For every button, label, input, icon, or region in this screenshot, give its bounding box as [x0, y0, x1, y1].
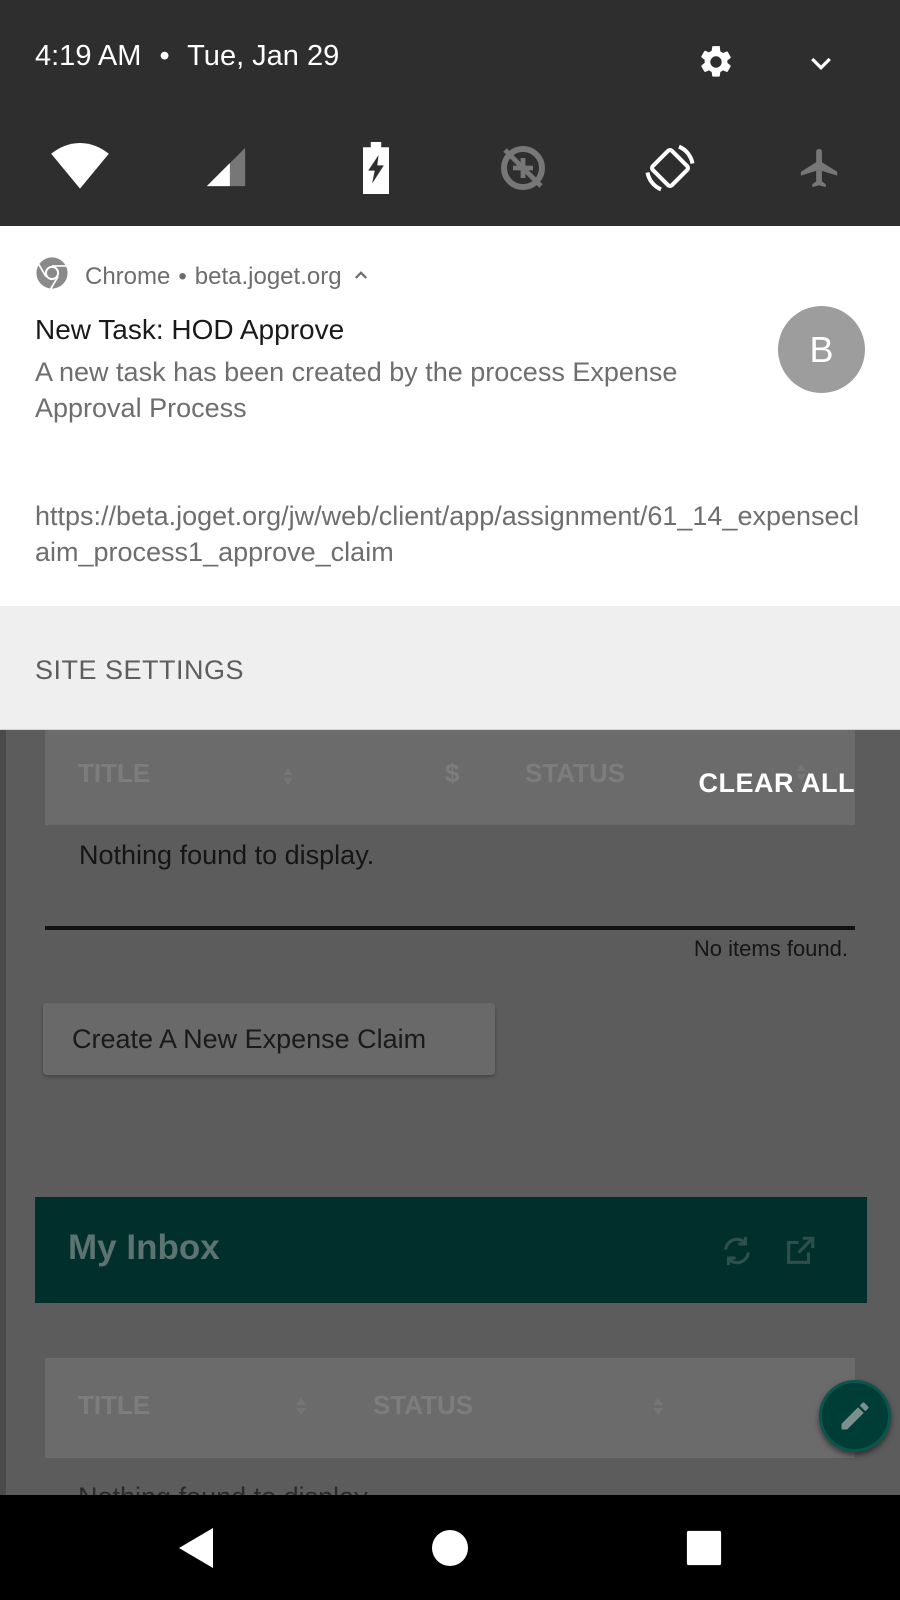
notification-url: https://beta.joget.org/jw/web/client/app… — [35, 501, 860, 567]
empty-message: Nothing found to display. — [79, 840, 375, 870]
sort-icon[interactable] — [293, 1396, 309, 1418]
app-edge — [0, 700, 6, 1495]
column-status[interactable]: STATUS — [525, 758, 625, 789]
auto-rotate-icon[interactable] — [642, 140, 698, 196]
refresh-icon[interactable] — [720, 1234, 754, 1268]
table-footer-text: No items found. — [693, 936, 848, 961]
background-app: TITLE $ STATUS Nothing found to display.… — [0, 700, 900, 1495]
status-separator: • — [159, 40, 170, 72]
inbox-title: My Inbox — [68, 1228, 220, 1267]
notification-app-name: Chrome — [85, 262, 171, 290]
site-settings-button[interactable]: SITE SETTINGS — [0, 606, 900, 730]
settings-gear-icon[interactable] — [696, 42, 736, 82]
notification-header: Chrome • beta.joget.org — [35, 256, 370, 297]
airplane-mode-icon[interactable] — [794, 142, 846, 194]
edit-fab[interactable] — [819, 1380, 891, 1452]
clear-all-button[interactable]: CLEAR ALL — [699, 768, 855, 799]
notification-body: A new task has been created by the proce… — [35, 357, 678, 423]
chrome-notification[interactable]: Chrome • beta.joget.org New Task: HOD Ap… — [0, 226, 900, 606]
recents-icon[interactable] — [679, 1523, 729, 1573]
back-icon[interactable] — [172, 1523, 222, 1573]
cell-signal-icon[interactable] — [202, 142, 250, 192]
sort-icon[interactable] — [280, 766, 296, 788]
notification-separator: • — [178, 262, 187, 290]
inbox-table-header: TITLE STATUS — [45, 1358, 855, 1458]
chevron-up-icon[interactable] — [352, 263, 370, 291]
column-title[interactable]: TITLE — [78, 1390, 150, 1421]
column-status[interactable]: STATUS — [373, 1390, 473, 1421]
status-date: Tue, Jan 29 — [187, 40, 340, 72]
notification-origin: beta.joget.org — [194, 262, 342, 290]
notification-avatar: B — [778, 306, 865, 393]
pencil-icon — [841, 1402, 869, 1430]
notification-title: New Task: HOD Approve — [35, 314, 345, 345]
data-saver-icon[interactable] — [497, 142, 549, 194]
open-external-icon[interactable] — [783, 1234, 817, 1268]
inbox-empty-message: Nothing found to display. — [78, 1482, 373, 1495]
table-divider — [45, 926, 855, 930]
home-icon[interactable] — [425, 1523, 475, 1573]
create-expense-claim-button[interactable]: Create A New Expense Claim — [43, 1003, 495, 1075]
column-title[interactable]: TITLE — [78, 758, 150, 789]
wifi-icon[interactable] — [50, 140, 110, 194]
inbox-header: My Inbox — [35, 1197, 867, 1303]
column-amount[interactable]: $ — [445, 758, 459, 789]
battery-saver-icon[interactable] — [358, 140, 394, 196]
quick-settings-panel: 4:19 AM • Tue, Jan 29 — [0, 0, 900, 226]
status-time: 4:19 AM — [35, 40, 142, 72]
chevron-down-icon[interactable] — [804, 47, 838, 81]
site-settings-label: SITE SETTINGS — [35, 655, 245, 685]
navigation-bar — [0, 1495, 900, 1600]
chrome-icon — [35, 256, 69, 297]
status-datetime: 4:19 AM • Tue, Jan 29 — [35, 40, 339, 73]
sort-icon[interactable] — [650, 1396, 666, 1418]
